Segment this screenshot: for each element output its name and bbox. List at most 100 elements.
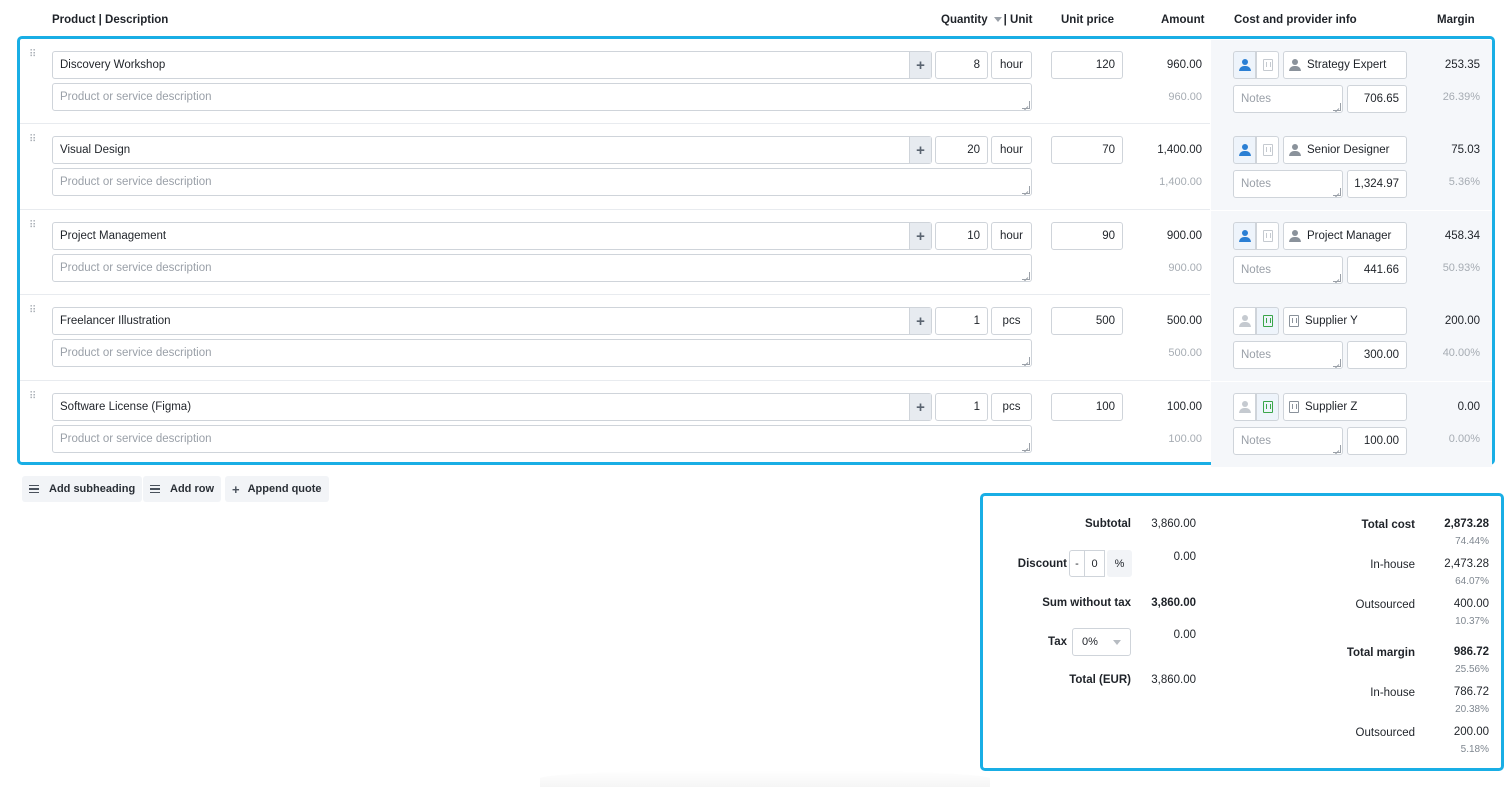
- unit-price-input[interactable]: 100: [1051, 393, 1123, 421]
- notes-textarea[interactable]: Notes: [1233, 256, 1343, 284]
- discount-sign-value: -: [1075, 557, 1079, 570]
- discount-sign-toggle[interactable]: -: [1069, 550, 1085, 577]
- cost-input[interactable]: 441.66: [1347, 256, 1407, 284]
- line-item-row: ⠿ Project Management + Product or servic…: [20, 211, 1492, 296]
- plus-icon[interactable]: +: [909, 308, 931, 334]
- description-textarea[interactable]: Product or service description: [52, 168, 1032, 196]
- plus-icon[interactable]: +: [909, 223, 931, 249]
- margin-value: 458.34: [1444, 230, 1480, 242]
- amount-subvalue: 500.00: [1168, 347, 1202, 359]
- drag-handle-icon[interactable]: ⠿: [29, 135, 37, 145]
- description-textarea[interactable]: Product or service description: [52, 425, 1032, 453]
- tax-select[interactable]: 0%: [1072, 628, 1131, 656]
- notes-textarea[interactable]: Notes: [1233, 85, 1343, 113]
- product-name-input[interactable]: Discovery Workshop: [52, 51, 932, 79]
- resize-handle-icon[interactable]: [1022, 101, 1030, 109]
- provider-select[interactable]: Supplier Z: [1283, 393, 1407, 421]
- discount-input[interactable]: 0: [1084, 550, 1105, 577]
- header-unit-price: Unit price: [1061, 14, 1115, 26]
- resize-handle-icon[interactable]: [1022, 272, 1030, 280]
- total-margin-label: Total margin: [1346, 647, 1415, 659]
- provider-select[interactable]: Senior Designer: [1283, 136, 1407, 164]
- product-name-value: Software License (Figma): [60, 401, 192, 413]
- row-divider: [20, 380, 1210, 381]
- unit-input[interactable]: hour: [991, 222, 1032, 250]
- quantity-input[interactable]: 1: [935, 393, 988, 421]
- description-textarea[interactable]: Product or service description: [52, 83, 1032, 111]
- drag-handle-icon[interactable]: ⠿: [29, 221, 37, 231]
- quantity-input[interactable]: 8: [935, 51, 988, 79]
- product-name-input[interactable]: Project Management: [52, 222, 932, 250]
- total-cost-label: Total cost: [1361, 519, 1415, 531]
- tax-label: Tax: [1048, 636, 1067, 648]
- add-row-button[interactable]: Add row: [143, 476, 221, 502]
- discount-unit-toggle[interactable]: %: [1107, 550, 1132, 577]
- unit-price-input[interactable]: 120: [1051, 51, 1123, 79]
- unit-input[interactable]: pcs: [991, 307, 1032, 335]
- in-house-toggle[interactable]: [1233, 222, 1256, 250]
- quantity-input[interactable]: 1: [935, 307, 988, 335]
- add-subheading-button[interactable]: Add subheading: [22, 476, 143, 502]
- append-quote-button[interactable]: + Append quote: [225, 476, 329, 502]
- resize-handle-icon[interactable]: [1333, 188, 1341, 196]
- plus-icon[interactable]: +: [909, 394, 931, 420]
- product-name-input[interactable]: Software License (Figma): [52, 393, 932, 421]
- drag-handle-icon[interactable]: ⠿: [29, 50, 37, 60]
- description-textarea[interactable]: Product or service description: [52, 254, 1032, 282]
- provider-select[interactable]: Supplier Y: [1283, 307, 1407, 335]
- quantity-input[interactable]: 10: [935, 222, 988, 250]
- plus-icon[interactable]: +: [909, 52, 931, 78]
- unit-input[interactable]: hour: [991, 51, 1032, 79]
- margin-value: 253.35: [1444, 59, 1480, 71]
- in-house-toggle[interactable]: [1233, 393, 1256, 421]
- resize-handle-icon[interactable]: [1333, 274, 1341, 282]
- header-quantity[interactable]: Quantity | Unit: [941, 14, 1032, 26]
- cost-input[interactable]: 100.00: [1347, 427, 1407, 455]
- quantity-value: 1: [973, 315, 980, 327]
- cost-input[interactable]: 1,324.97: [1347, 170, 1407, 198]
- unit-price-input[interactable]: 500: [1051, 307, 1123, 335]
- provider-select[interactable]: Strategy Expert: [1283, 51, 1407, 79]
- unit-input[interactable]: pcs: [991, 393, 1032, 421]
- cost-input[interactable]: 300.00: [1347, 341, 1407, 369]
- resize-handle-icon[interactable]: [1333, 359, 1341, 367]
- person-icon: [1289, 59, 1301, 71]
- provider-select[interactable]: Project Manager: [1283, 222, 1407, 250]
- in-house-toggle[interactable]: [1233, 51, 1256, 79]
- notes-textarea[interactable]: Notes: [1233, 341, 1343, 369]
- header-unit-label: | Unit: [1003, 14, 1033, 26]
- in-house-toggle[interactable]: [1233, 307, 1256, 335]
- product-name-input[interactable]: Visual Design: [52, 136, 932, 164]
- description-textarea[interactable]: Product or service description: [52, 339, 1032, 367]
- resize-handle-icon[interactable]: [1022, 443, 1030, 451]
- unit-value: pcs: [1002, 315, 1021, 327]
- person-icon: [1238, 315, 1251, 327]
- notes-textarea[interactable]: Notes: [1233, 427, 1343, 455]
- cost-input[interactable]: 706.65: [1347, 85, 1407, 113]
- unit-input[interactable]: hour: [991, 136, 1032, 164]
- outsourced-toggle[interactable]: [1256, 307, 1279, 335]
- plus-icon[interactable]: +: [909, 137, 931, 163]
- drag-handle-icon[interactable]: ⠿: [29, 306, 37, 316]
- provider-value: Strategy Expert: [1307, 59, 1387, 71]
- in-house-toggle[interactable]: [1233, 136, 1256, 164]
- outsourced-toggle[interactable]: [1256, 51, 1279, 79]
- resize-handle-icon[interactable]: [1333, 445, 1341, 453]
- notes-textarea[interactable]: Notes: [1233, 170, 1343, 198]
- resize-handle-icon[interactable]: [1022, 186, 1030, 194]
- outsourced-toggle[interactable]: [1256, 393, 1279, 421]
- drag-handle-icon[interactable]: ⠿: [29, 392, 37, 402]
- cost-value: 441.66: [1363, 264, 1399, 276]
- row-divider: [20, 294, 1210, 295]
- outsourced-toggle[interactable]: [1256, 136, 1279, 164]
- unit-price-input[interactable]: 70: [1051, 136, 1123, 164]
- margin-in-house-percent: 20.38%: [1455, 704, 1489, 715]
- outsourced-toggle[interactable]: [1256, 222, 1279, 250]
- product-name-input[interactable]: Freelancer Illustration: [52, 307, 932, 335]
- unit-price-input[interactable]: 90: [1051, 222, 1123, 250]
- quantity-input[interactable]: 20: [935, 136, 988, 164]
- resize-handle-icon[interactable]: [1333, 103, 1341, 111]
- chevron-down-icon: [1113, 639, 1121, 645]
- resize-handle-icon[interactable]: [1022, 357, 1030, 365]
- product-name-value: Visual Design: [60, 144, 131, 156]
